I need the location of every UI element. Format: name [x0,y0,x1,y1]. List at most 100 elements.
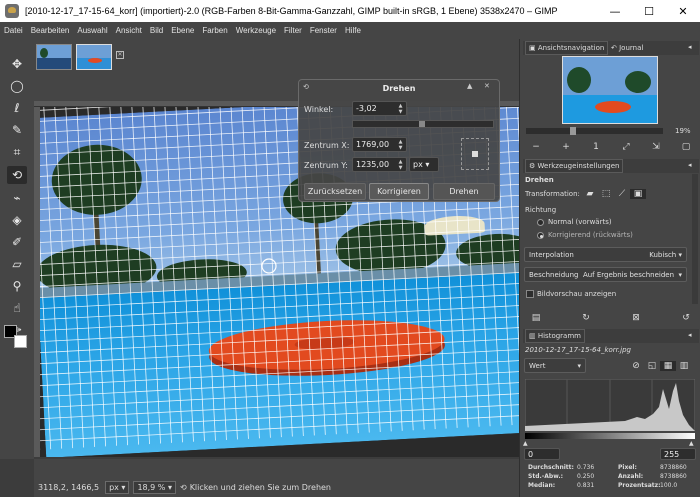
reset-button[interactable]: Zurücksetzen [304,183,366,200]
tool-options-buttons: ▤ ↻ ⊠ ↺ [528,311,694,325]
zoom-selector[interactable]: 18,9 % ▾ [133,480,176,494]
menu-bild[interactable]: Bild [146,26,167,35]
unit-selector[interactable]: px ▾ [105,480,130,494]
clipping-value: Auf Ergebnis beschneiden [582,270,675,279]
tab-journal[interactable]: ↶ Journal [608,41,646,55]
lasso-select-icon[interactable]: ℓ [7,99,27,117]
transform-layer-icon[interactable]: ▰ [582,189,598,199]
angle-input[interactable]: -3,02 ▲ ▼ [352,101,407,116]
menu-fenster[interactable]: Fenster [306,26,341,35]
clone-tool-icon[interactable]: ⚲ [7,277,27,295]
tab-histogram[interactable]: ▥ Histogramm [525,329,585,343]
direction-normal-radio[interactable] [537,219,544,226]
transform-image-icon[interactable]: ▣ [630,189,646,199]
reset-options-icon[interactable]: ↺ [678,313,694,323]
tab-navigation[interactable]: ▣ Ansichtsnavigation [525,41,609,55]
image-tab-thumbnail-active[interactable] [76,44,112,70]
menu-filter[interactable]: Filter [280,26,306,35]
angle-slider[interactable] [352,120,494,128]
menu-bearbeiten[interactable]: Bearbeiten [27,26,74,35]
histogram-bars-icon[interactable]: ▥ [676,361,692,371]
angle-spin-arrows[interactable]: ▲ ▼ [397,103,404,115]
menu-ebene[interactable]: Ebene [167,26,198,35]
warp-tool-icon[interactable]: ⌁ [7,189,27,207]
range-start-marker[interactable]: ▲ [523,440,528,447]
image-preview-checkbox[interactable] [526,290,534,298]
fit-window-icon[interactable]: ⤢ [618,142,634,152]
dialog-close-icon[interactable]: ✕ [484,82,490,90]
save-options-icon[interactable]: ▤ [528,313,544,323]
tool-options-scrollbar[interactable] [692,174,698,304]
close-tab-icon[interactable]: ✕ [116,51,124,59]
menu-ansicht[interactable]: Ansicht [112,26,146,35]
close-window-button[interactable]: ✕ [666,0,700,22]
histogram-linear-icon[interactable]: ◱ [644,361,660,371]
eraser-icon[interactable]: ▱ [7,255,27,273]
transform-selection-icon[interactable]: ⬚ [598,189,614,199]
center-x-spin-arrows[interactable]: ▲ ▼ [397,139,404,151]
image-tab-thumbnail[interactable] [36,44,72,70]
zoom-slider-handle[interactable] [570,127,576,135]
interpolation-select[interactable]: Interpolation Kubisch ▾ [524,247,687,262]
restore-options-icon[interactable]: ↻ [578,313,594,323]
ellipse-select-icon[interactable]: ◯ [7,77,27,95]
image-preview-label: Bildvorschau anzeigen [537,290,617,298]
smudge-tool-icon[interactable]: ☝ [7,299,27,317]
histogram-menu-icon[interactable]: ◂ [688,331,692,339]
center-y-input[interactable]: 1235,00 ▲ ▼ [352,157,407,172]
clipping-select[interactable]: Beschneidung Auf Ergebnis beschneiden ▾ [524,267,687,282]
correct-button[interactable]: Korrigieren [369,183,429,200]
dock-menu-icon[interactable]: ◂ [688,43,692,51]
tab-tool-options[interactable]: ⚙ Werkzeugeinstellungen [525,159,624,173]
window-title: [2010-12-17_17-15-64_korr] (importiert)-… [25,6,558,16]
histogram-graph[interactable] [525,379,695,431]
shrink-wrap-icon[interactable]: ▢ [678,142,694,152]
histogram-log-icon[interactable]: ▦ [660,361,676,371]
range-min-input[interactable]: 0 [524,448,560,460]
rotation-center-handle[interactable] [261,258,277,274]
menu-hilfe[interactable]: Hilfe [341,26,365,35]
bucket-fill-icon[interactable]: ◈ [7,211,27,229]
center-x-value: 1769,00 [356,140,390,149]
center-x-input[interactable]: 1769,00 ▲ ▼ [352,137,407,152]
rotate-button[interactable]: Drehen [433,183,495,200]
maximize-button[interactable]: ☐ [632,0,666,22]
range-end-marker[interactable]: ▲ [689,440,694,447]
center-y-value: 1235,00 [356,160,390,169]
crop-tool-icon[interactable]: ⌗ [7,143,27,161]
navigation-preview[interactable] [562,56,658,124]
minimize-button[interactable]: — [598,0,632,22]
menu-farben[interactable]: Farben [198,26,231,35]
transform-tool-icon[interactable]: ⟲ [7,166,27,184]
delete-options-icon[interactable]: ⊠ [628,313,644,323]
transform-path-icon[interactable]: ⟋ [614,189,630,199]
direction-corrective-label: Korrigierend (rückwärts) [548,231,633,239]
direction-normal-label: Normal (vorwärts) [548,218,612,226]
center-pivot-selector[interactable] [461,138,489,170]
background-color-swatch[interactable] [14,335,27,348]
center-y-spin-arrows[interactable]: ▲ ▼ [397,159,404,171]
menu-auswahl[interactable]: Auswahl [73,26,111,35]
dialog-collapse-icon[interactable]: ▲ [467,82,472,90]
direction-corrective-radio[interactable] [537,232,544,239]
navigation-zoom-slider[interactable] [526,127,663,135]
zoom-one-icon[interactable]: 1 [588,142,604,152]
menu-werkzeuge[interactable]: Werkzeuge [232,26,280,35]
angle-slider-handle[interactable] [419,121,425,127]
fuzzy-select-icon[interactable]: ✎ [7,121,27,139]
zoom-out-icon[interactable]: − [528,142,544,152]
center-unit-select[interactable]: px ▾ [409,157,439,172]
navigation-tab-icon: ▣ [529,44,538,52]
histogram-channel-select[interactable]: Wert ▾ [524,358,586,373]
paintbrush-icon[interactable]: ✐ [7,233,27,251]
tool-options-menu-icon[interactable]: ◂ [688,161,692,169]
fit-image-icon[interactable]: ⇲ [648,142,664,152]
range-max-input[interactable]: 255 [660,448,696,460]
rotate-tool-status-icon: ⟲ [179,482,187,492]
zoom-in-icon[interactable]: + [558,142,574,152]
mean-value: 0.736 [577,464,595,471]
pixels-value: 8738860 [660,464,687,471]
histogram-auto-icon[interactable]: ⊘ [628,361,644,371]
move-tool-icon[interactable]: ✥ [7,55,27,73]
menu-datei[interactable]: Datei [0,26,27,35]
